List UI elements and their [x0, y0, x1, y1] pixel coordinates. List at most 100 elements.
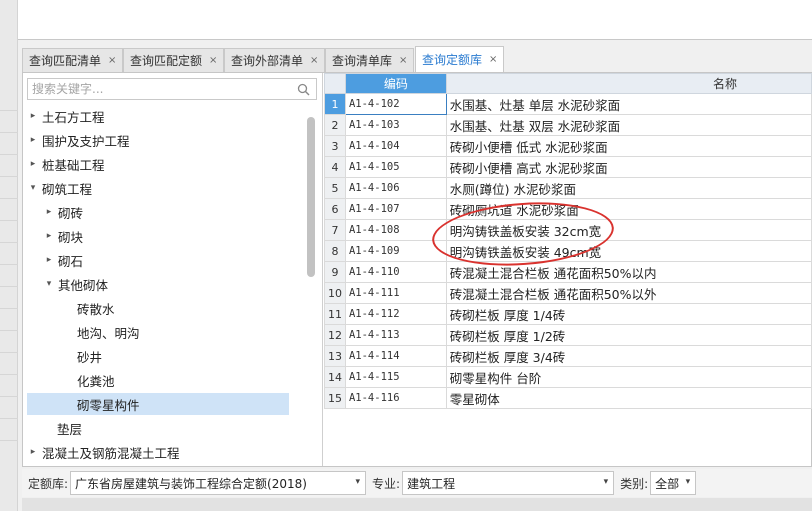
tree-node[interactable]: 砖散水 [27, 297, 115, 319]
code-cell[interactable]: A1-4-112 [344, 303, 447, 325]
name-cell[interactable]: 水围基、灶基 双层 水泥砂浆面 [445, 114, 812, 136]
tree-node[interactable]: ▸ 砌砖 [27, 201, 83, 223]
row-number[interactable]: 1 [324, 93, 346, 115]
name-cell[interactable]: 砖砌小便槽 高式 水泥砂浆面 [445, 156, 812, 178]
close-icon[interactable]: × [310, 55, 318, 66]
code-cell[interactable]: A1-4-104 [344, 135, 447, 157]
tree-node[interactable]: 地沟、明沟 [27, 321, 140, 343]
tree-node[interactable]: ▾ 其他砌体 [27, 273, 108, 295]
code-cell[interactable]: A1-4-109 [344, 240, 447, 262]
row-number[interactable]: 11 [324, 303, 346, 325]
table-row[interactable]: 9 A1-4-110 砖混凝土混合栏板 通花面积50%以内 [324, 261, 812, 283]
tree-node[interactable]: ▸ 土石方工程 [27, 105, 105, 127]
name-cell[interactable]: 砌零星构件 台阶 [445, 366, 812, 388]
name-cell[interactable]: 零星砌体 [445, 387, 812, 409]
row-number[interactable]: 15 [324, 387, 346, 409]
name-cell[interactable]: 砖砌栏板 厚度 1/2砖 [445, 324, 812, 346]
code-cell[interactable]: A1-4-114 [344, 345, 447, 367]
table-row[interactable]: 4 A1-4-105 砖砌小便槽 高式 水泥砂浆面 [324, 156, 812, 178]
table-row[interactable]: 6 A1-4-107 砖砌厕坑道 水泥砂浆面 [324, 198, 812, 220]
chevron-right-icon[interactable]: ▸ [43, 231, 55, 241]
row-number[interactable]: 10 [324, 282, 346, 304]
code-cell[interactable]: A1-4-102 [344, 93, 447, 115]
tree-node[interactable]: 砂井 [27, 345, 102, 367]
code-cell[interactable]: A1-4-116 [344, 387, 447, 409]
name-cell[interactable]: 砖砌厕坑道 水泥砂浆面 [445, 198, 812, 220]
table-row[interactable]: 13 A1-4-114 砖砌栏板 厚度 3/4砖 [324, 345, 812, 367]
table-row[interactable]: 3 A1-4-104 砖砌小便槽 低式 水泥砂浆面 [324, 135, 812, 157]
code-cell[interactable]: A1-4-110 [344, 261, 447, 283]
tree-node[interactable]: ▸ 围护及支护工程 [27, 129, 130, 151]
code-cell[interactable]: A1-4-105 [344, 156, 447, 178]
name-cell[interactable]: 砖砌小便槽 低式 水泥砂浆面 [445, 135, 812, 157]
search-box[interactable] [27, 78, 317, 100]
row-number[interactable]: 2 [324, 114, 346, 136]
table-row[interactable]: 8 A1-4-109 明沟铸铁盖板安装 49cm宽 [324, 240, 812, 262]
close-icon[interactable]: × [209, 55, 217, 66]
major-select[interactable]: 建筑工程 ▾ [402, 471, 615, 495]
search-icon[interactable] [297, 83, 310, 96]
search-input[interactable] [28, 79, 288, 99]
chevron-down-icon[interactable]: ▾ [27, 183, 39, 193]
code-cell[interactable]: A1-4-107 [344, 198, 447, 220]
code-column-header[interactable]: 编码 [344, 73, 447, 94]
name-cell[interactable]: 砖混凝土混合栏板 通花面积50%以外 [445, 282, 812, 304]
tab-quota-library[interactable]: 查询定额库 × [415, 46, 505, 72]
code-cell[interactable]: A1-4-115 [344, 366, 447, 388]
chevron-right-icon[interactable]: ▸ [27, 447, 39, 457]
chevron-right-icon[interactable]: ▸ [43, 255, 55, 265]
row-number[interactable]: 7 [324, 219, 346, 241]
close-icon[interactable]: × [489, 54, 497, 65]
row-number[interactable]: 12 [324, 324, 346, 346]
chevron-down-icon[interactable]: ▾ [43, 279, 55, 289]
table-row[interactable]: 7 A1-4-108 明沟铸铁盖板安装 32cm宽 [324, 219, 812, 241]
row-number[interactable]: 8 [324, 240, 346, 262]
tree-node[interactable]: ▸ 砌石 [27, 249, 83, 271]
tree-node[interactable]: ▸ 混凝土及钢筋混凝土工程 [27, 441, 180, 463]
category-select[interactable]: 全部 ▾ [650, 471, 697, 495]
name-cell[interactable]: 水围基、灶基 单层 水泥砂浆面 [445, 93, 812, 115]
table-row[interactable]: 12 A1-4-113 砖砌栏板 厚度 1/2砖 [324, 324, 812, 346]
chevron-right-icon[interactable]: ▸ [43, 207, 55, 217]
name-cell[interactable]: 砖砌栏板 厚度 3/4砖 [445, 345, 812, 367]
code-cell[interactable]: A1-4-113 [344, 324, 447, 346]
close-icon[interactable]: × [399, 55, 407, 66]
row-number[interactable]: 13 [324, 345, 346, 367]
name-column-header[interactable]: 名称 [445, 73, 812, 94]
tab-list-library[interactable]: 查询清单库 × [325, 48, 415, 72]
row-number[interactable]: 3 [324, 135, 346, 157]
table-row[interactable]: 2 A1-4-103 水围基、灶基 双层 水泥砂浆面 [324, 114, 812, 136]
chevron-right-icon[interactable]: ▸ [27, 159, 39, 169]
tab-match-list[interactable]: 查询匹配清单 × [22, 48, 124, 72]
tree-scrollbar[interactable] [307, 117, 315, 277]
chevron-right-icon[interactable]: ▸ [27, 111, 39, 121]
name-cell[interactable]: 水厕(蹲位) 水泥砂浆面 [445, 177, 812, 199]
table-row[interactable]: 15 A1-4-116 零星砌体 [324, 387, 812, 409]
row-number[interactable]: 5 [324, 177, 346, 199]
tree-node[interactable]: ▸ 桩基础工程 [27, 153, 105, 175]
code-cell[interactable]: A1-4-106 [344, 177, 447, 199]
quota-library-select[interactable]: 广东省房屋建筑与装饰工程综合定额(2018) ▾ [70, 471, 367, 495]
table-row[interactable]: 5 A1-4-106 水厕(蹲位) 水泥砂浆面 [324, 177, 812, 199]
tab-external-list[interactable]: 查询外部清单 × [224, 48, 326, 72]
name-cell[interactable]: 明沟铸铁盖板安装 49cm宽 [445, 240, 812, 262]
table-row[interactable]: 1 A1-4-102 水围基、灶基 单层 水泥砂浆面 [324, 93, 812, 115]
row-number[interactable]: 9 [324, 261, 346, 283]
chevron-right-icon[interactable]: ▸ [27, 135, 39, 145]
tree-node[interactable]: ▾ 砌筑工程 [27, 177, 92, 199]
code-cell[interactable]: A1-4-108 [344, 219, 447, 241]
tree-node[interactable]: ▸ 砌块 [27, 225, 83, 247]
tree-node[interactable]: 化粪池 [27, 369, 115, 391]
row-number[interactable]: 14 [324, 366, 346, 388]
row-number[interactable]: 4 [324, 156, 346, 178]
tab-match-quota[interactable]: 查询匹配定额 × [123, 48, 225, 72]
row-number[interactable]: 6 [324, 198, 346, 220]
tree-node[interactable]: 垫层 [27, 417, 82, 439]
name-cell[interactable]: 砖混凝土混合栏板 通花面积50%以内 [445, 261, 812, 283]
code-cell[interactable]: A1-4-111 [344, 282, 447, 304]
table-row[interactable]: 11 A1-4-112 砖砌栏板 厚度 1/4砖 [324, 303, 812, 325]
name-cell[interactable]: 砖砌栏板 厚度 1/4砖 [445, 303, 812, 325]
table-row[interactable]: 10 A1-4-111 砖混凝土混合栏板 通花面积50%以外 [324, 282, 812, 304]
name-cell[interactable]: 明沟铸铁盖板安装 32cm宽 [445, 219, 812, 241]
close-icon[interactable]: × [108, 55, 116, 66]
